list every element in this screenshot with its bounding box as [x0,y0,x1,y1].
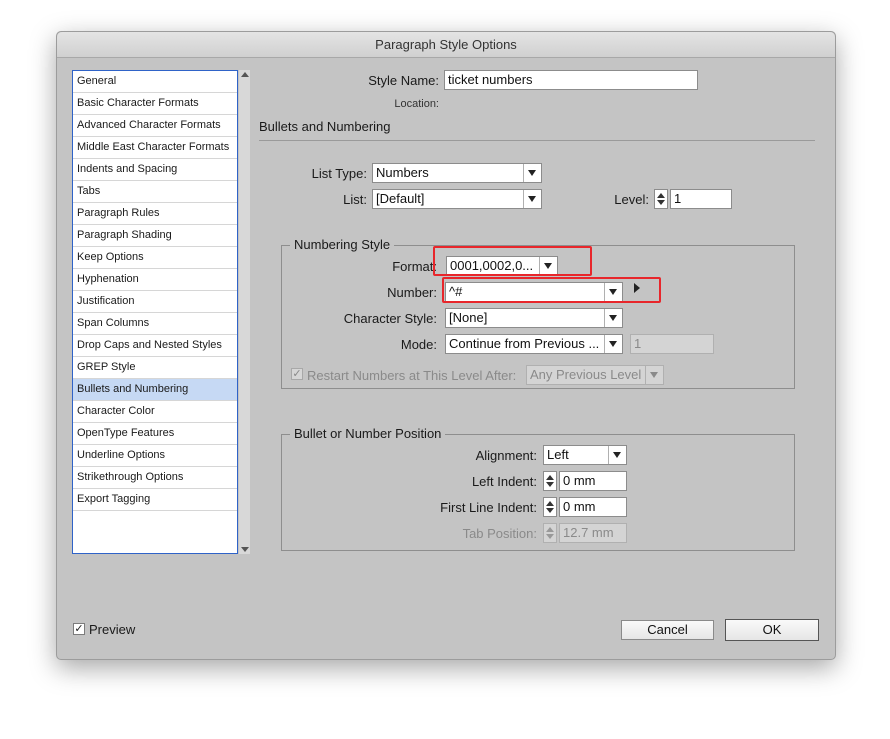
mode-start-field[interactable]: 1 [630,334,714,354]
stepper-down-icon [657,200,665,205]
mode-label: Mode: [400,337,437,352]
stepper-down-icon [546,482,554,487]
sidebar-item-paragraph-shading[interactable]: Paragraph Shading [73,225,237,247]
left-indent-field[interactable]: 0 mm [559,471,627,491]
left-indent-stepper[interactable] [543,471,557,491]
level-field[interactable]: 1 [670,189,732,209]
sidebar-item-general[interactable]: General [73,71,237,93]
first-line-indent-field[interactable]: 0 mm [559,497,627,517]
list-type-value: Numbers [376,165,429,180]
paragraph-style-options-dialog: Paragraph Style Options General Basic Cha… [56,31,836,660]
character-style-value: [None] [449,310,488,325]
sidebar-item-span-columns[interactable]: Span Columns [73,313,237,335]
list-type-dropdown[interactable]: Numbers [372,163,542,183]
restart-numbers-label: Restart Numbers at This Level After: [307,368,517,383]
list-value: [Default] [376,191,425,206]
sidebar-item-export-tagging[interactable]: Export Tagging [73,489,237,511]
section-title: Bullets and Numbering [259,119,391,134]
format-label: Format: [392,259,437,274]
sidebar-item-hyphenation[interactable]: Hyphenation [73,269,237,291]
cancel-button[interactable]: Cancel [621,620,714,640]
restart-numbers-checkbox[interactable]: ✓ [291,368,303,380]
stepper-down-icon [546,534,554,539]
restart-level-value: Any Previous Level [530,367,642,382]
list-dropdown[interactable]: [Default] [372,189,542,209]
format-highlight [433,246,592,276]
tab-position-field[interactable]: 12.7 mm [559,523,627,543]
preview-label: Preview [89,622,136,637]
list-type-label: List Type: [311,166,367,181]
sidebar-item-basic-character-formats[interactable]: Basic Character Formats [73,93,237,115]
sidebar-item-middle-east-character-formats[interactable]: Middle East Character Formats [73,137,237,159]
mode-value: Continue from Previous ... [449,336,600,351]
sidebar-item-grep-style[interactable]: GREP Style [73,357,237,379]
character-style-dropdown[interactable]: [None] [445,308,623,328]
category-list: General Basic Character Formats Advanced C… [72,70,238,554]
ok-button[interactable]: OK [725,619,819,641]
sidebar-item-indents-and-spacing[interactable]: Indents and Spacing [73,159,237,181]
stepper-up-icon [546,501,554,506]
alignment-value: Left [547,447,569,462]
restart-level-dropdown[interactable]: Any Previous Level [526,365,664,385]
sidebar-item-justification[interactable]: Justification [73,291,237,313]
scroll-down-icon[interactable] [241,547,249,552]
stepper-up-icon [657,193,665,198]
stepper-down-icon [546,508,554,513]
stepper-up-icon [546,527,554,532]
preview-checkbox[interactable]: ✓ [73,623,85,635]
chevron-down-icon [604,309,622,327]
position-group [281,434,795,551]
chevron-down-icon [523,164,541,182]
sidebar-item-advanced-character-formats[interactable]: Advanced Character Formats [73,115,237,137]
number-label: Number: [387,285,437,300]
sidebar-item-tabs[interactable]: Tabs [73,181,237,203]
tab-position-stepper[interactable] [543,523,557,543]
sidebar-item-character-color[interactable]: Character Color [73,401,237,423]
mode-dropdown[interactable]: Continue from Previous ... [445,334,623,354]
character-style-label: Character Style: [343,311,437,326]
number-highlight [442,277,661,303]
sidebar-item-drop-caps-and-nested-styles[interactable]: Drop Caps and Nested Styles [73,335,237,357]
alignment-label: Alignment: [475,448,537,463]
category-list-scrollbar[interactable] [239,70,250,554]
list-label: List: [343,192,367,207]
window-title: Paragraph Style Options [57,32,835,58]
style-name-label: Style Name: [368,73,439,88]
alignment-dropdown[interactable]: Left [543,445,627,465]
level-label: Level: [614,192,649,207]
sidebar-item-bullets-and-numbering[interactable]: Bullets and Numbering [73,379,237,401]
chevron-down-icon [645,366,663,384]
sidebar-item-opentype-features[interactable]: OpenType Features [73,423,237,445]
location-label: Location: [394,98,439,110]
tab-position-label: Tab Position: [462,526,537,541]
first-line-indent-stepper[interactable] [543,497,557,517]
chevron-down-icon [604,335,622,353]
position-title: Bullet or Number Position [290,426,446,441]
style-name-field[interactable]: ticket numbers [444,70,698,90]
scroll-up-icon[interactable] [241,72,249,77]
chevron-down-icon [523,190,541,208]
level-stepper[interactable] [654,189,668,209]
sidebar-item-keep-options[interactable]: Keep Options [73,247,237,269]
sidebar-item-strikethrough-options[interactable]: Strikethrough Options [73,467,237,489]
chevron-down-icon [608,446,626,464]
left-indent-label: Left Indent: [471,474,537,489]
first-line-indent-label: First Line Indent: [440,500,537,515]
section-divider [259,140,815,141]
sidebar-item-underline-options[interactable]: Underline Options [73,445,237,467]
sidebar-item-paragraph-rules[interactable]: Paragraph Rules [73,203,237,225]
numbering-style-title: Numbering Style [290,237,395,252]
stepper-up-icon [546,475,554,480]
